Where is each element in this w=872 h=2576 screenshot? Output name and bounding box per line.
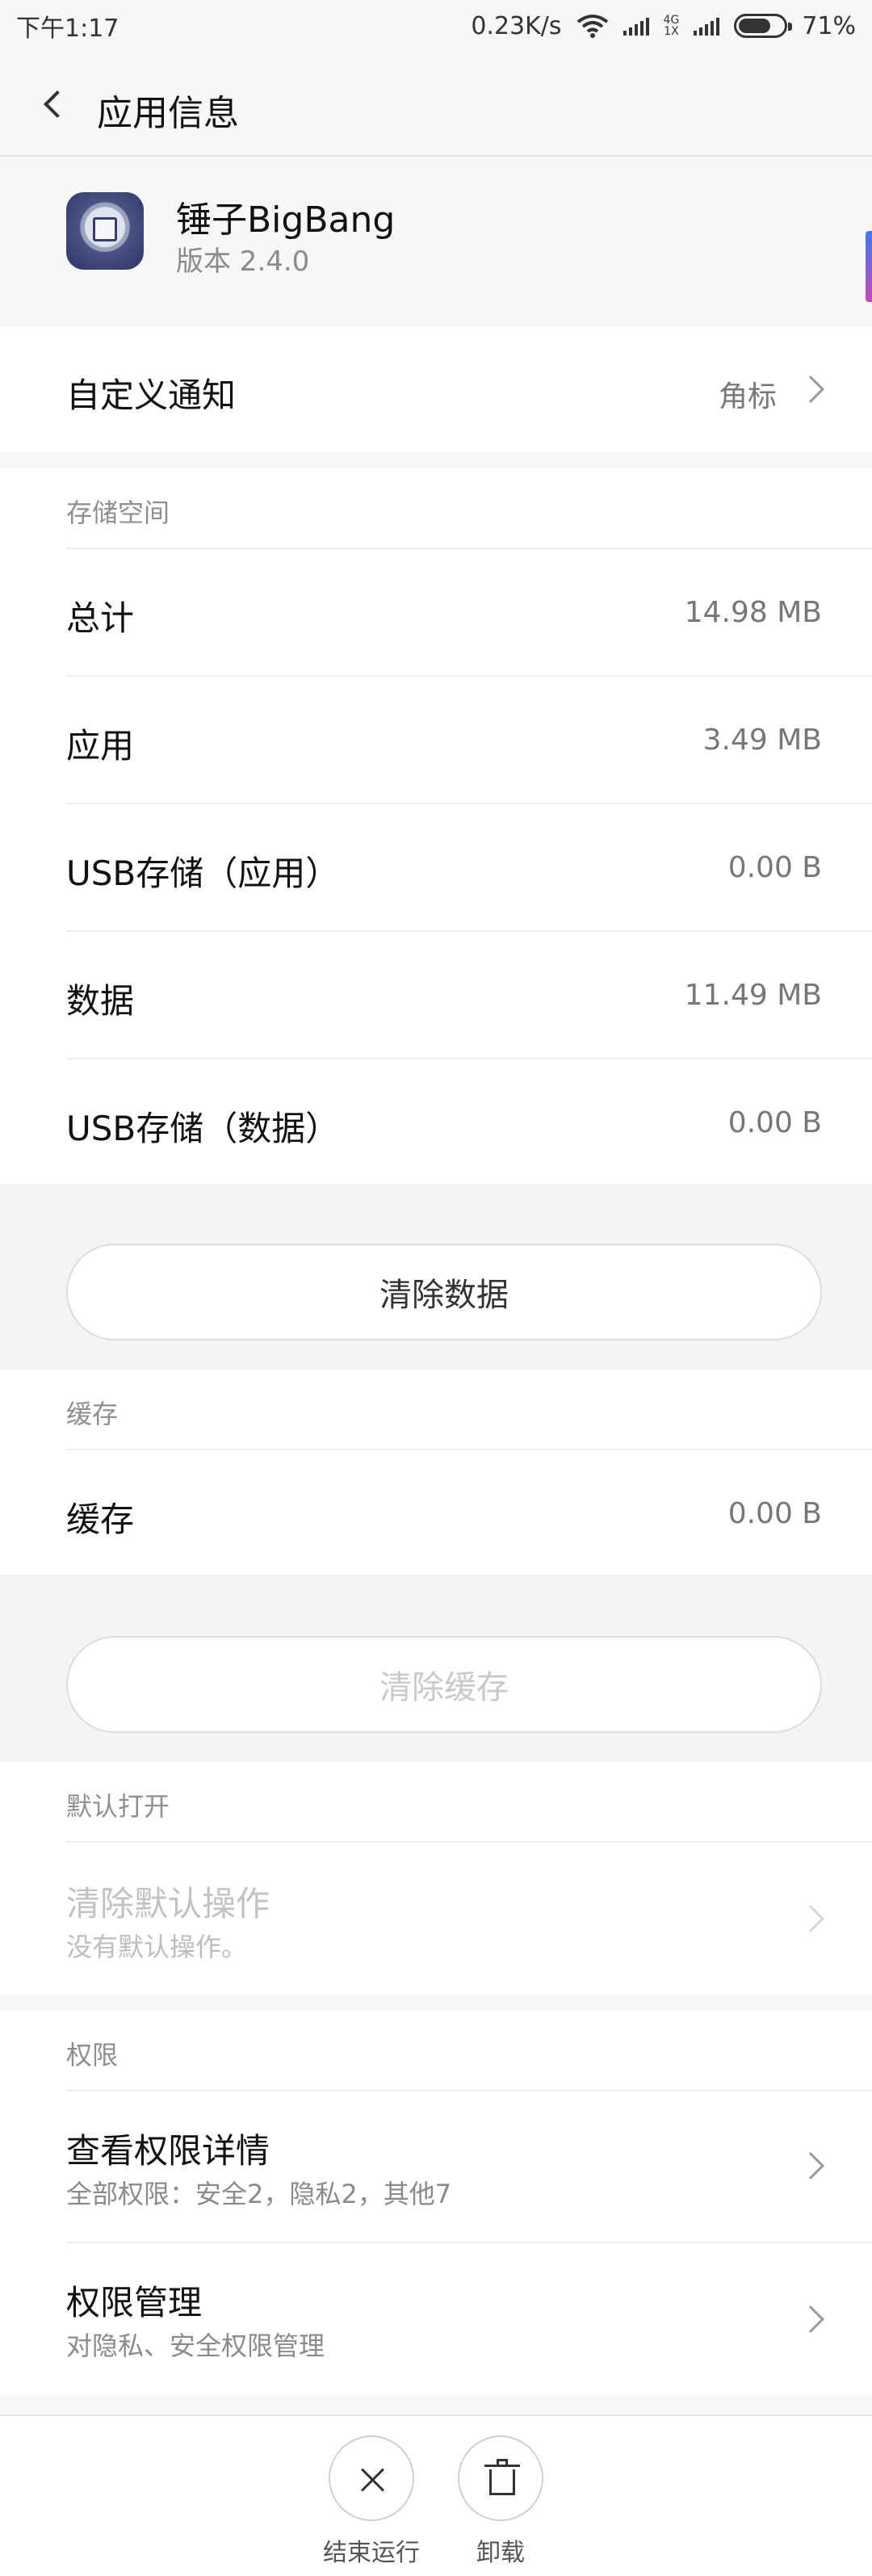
chevron-right-icon — [797, 2305, 824, 2333]
title-bar: 应用信息 — [0, 52, 872, 157]
status-bar: 下午1:17 0.23K/s 4G 1X 71% — [0, 0, 872, 52]
network-speed: 0.23K/s — [471, 11, 562, 40]
permission-details-row[interactable]: 查看权限详情 全部权限：安全2，隐私2，其他7 — [0, 2091, 872, 2242]
default-open-section: 默认打开 清除默认操作 没有默认操作。 — [0, 1762, 872, 1995]
network-type-top: 4G — [663, 14, 680, 27]
storage-section-label: 存储空间 — [66, 497, 170, 528]
clear-cache-button[interactable]: 清除缓存 — [66, 1636, 822, 1733]
storage-row-data: 数据 11.49 MB — [0, 932, 872, 1058]
storage-label-app: 应用 — [66, 726, 135, 766]
chevron-right-icon — [797, 2152, 824, 2180]
uninstall-label: 卸载 — [476, 2539, 525, 2567]
notification-label: 自定义通知 — [66, 375, 237, 415]
clear-defaults-title: 清除默认操作 — [66, 1884, 270, 1924]
cache-section-label: 缓存 — [66, 1399, 119, 1429]
permissions-section-label: 权限 — [66, 2040, 119, 2070]
storage-value-usb-data: 0.00 B — [727, 1106, 822, 1139]
storage-row-total: 总计 14.98 MB — [0, 549, 872, 675]
battery-icon — [734, 14, 793, 38]
storage-label-usb-app: USB存储（应用） — [66, 854, 340, 893]
cache-value: 0.00 B — [727, 1497, 822, 1530]
app-version: 版本 2.4.0 — [176, 245, 310, 278]
signal-icon-2 — [694, 16, 720, 36]
storage-row-usb-app: USB存储（应用） 0.00 B — [0, 804, 872, 930]
wifi-icon — [576, 15, 608, 38]
back-button[interactable] — [29, 74, 78, 134]
chevron-right-icon — [797, 375, 824, 403]
network-type-bottom: 1X — [664, 25, 679, 38]
storage-label-data: 数据 — [66, 981, 135, 1021]
uninstall-button[interactable]: 卸载 — [444, 2435, 557, 2568]
clear-defaults-subtitle: 没有默认操作。 — [66, 1932, 248, 1962]
signal-icon-1 — [623, 16, 649, 36]
storage-row-app: 应用 3.49 MB — [0, 677, 872, 803]
permission-details-title: 查看权限详情 — [66, 2131, 270, 2171]
storage-row-usb-data: USB存储（数据） 0.00 B — [0, 1059, 872, 1184]
storage-value-data: 11.49 MB — [684, 979, 822, 1012]
cache-section: 缓存 缓存 0.00 B — [0, 1370, 872, 1575]
default-open-section-label: 默认打开 — [66, 1791, 170, 1822]
chevron-right-icon — [797, 1905, 824, 1932]
storage-value-usb-app: 0.00 B — [727, 851, 822, 884]
document-icon — [93, 217, 117, 241]
custom-notification-row[interactable]: 自定义通知 角标 — [0, 326, 872, 452]
cache-label: 缓存 — [66, 1500, 135, 1539]
permission-details-subtitle: 全部权限：安全2，隐私2，其他7 — [66, 2179, 452, 2209]
app-icon — [66, 192, 144, 270]
app-header: 锤子BigBang 版本 2.4.0 — [0, 158, 872, 325]
battery-fill — [739, 19, 770, 33]
force-stop-button[interactable]: 结束运行 — [315, 2435, 428, 2568]
permission-management-row[interactable]: 权限管理 对隐私、安全权限管理 — [0, 2243, 872, 2395]
bottom-action-bar: 结束运行 卸载 — [0, 2414, 872, 2576]
notification-value: 角标 — [718, 380, 777, 413]
network-type: 4G 1X — [664, 15, 680, 37]
battery-percent: 71% — [802, 11, 856, 40]
chevron-left-icon — [44, 90, 71, 118]
force-stop-circle — [329, 2435, 414, 2521]
storage-value-total: 14.98 MB — [684, 596, 822, 629]
storage-section: 存储空间 总计 14.98 MB 应用 3.49 MB USB存储（应用） 0.… — [0, 468, 872, 1184]
clear-defaults-row[interactable]: 清除默认操作 没有默认操作。 — [0, 1843, 872, 1995]
clear-cache-area: 清除缓存 — [0, 1575, 872, 1762]
force-stop-label: 结束运行 — [323, 2539, 420, 2567]
permission-management-subtitle: 对隐私、安全权限管理 — [66, 2331, 325, 2361]
status-indicators: 0.23K/s 4G 1X 71% — [471, 8, 856, 44]
status-time: 下午1:17 — [16, 15, 119, 43]
storage-label-total: 总计 — [66, 598, 135, 638]
app-name: 锤子BigBang — [176, 199, 396, 241]
storage-value-app: 3.49 MB — [702, 724, 822, 757]
permissions-section: 权限 查看权限详情 全部权限：安全2，隐私2，其他7 权限管理 对隐私、安全权限… — [0, 2011, 872, 2395]
clear-data-button[interactable]: 清除数据 — [66, 1244, 822, 1340]
storage-label-usb-data: USB存储（数据） — [66, 1109, 340, 1148]
permission-management-title: 权限管理 — [66, 2283, 203, 2322]
page-title: 应用信息 — [97, 93, 239, 134]
uninstall-circle — [458, 2435, 543, 2521]
clear-data-area: 清除数据 — [0, 1184, 872, 1370]
edge-indicator — [866, 231, 872, 302]
cache-row: 缓存 0.00 B — [0, 1450, 872, 1575]
